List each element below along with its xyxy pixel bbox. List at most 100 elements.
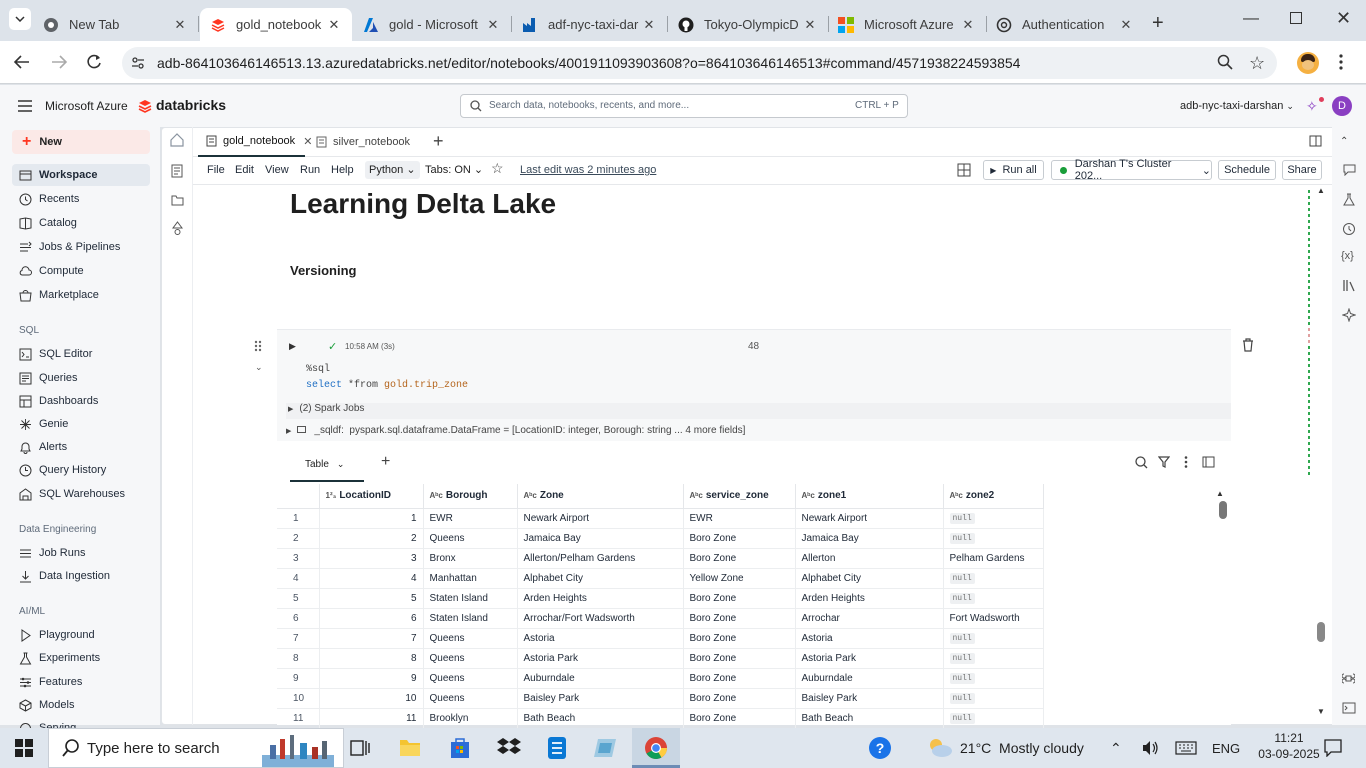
collapse-cell-icon[interactable]: ⌄	[255, 362, 263, 373]
comments-icon[interactable]	[1343, 164, 1356, 176]
cell-zone1[interactable]: Bath Beach	[795, 708, 944, 729]
zoom-icon[interactable]	[1217, 54, 1233, 70]
weather-text[interactable]: 21°C Mostly cloudy	[960, 740, 1084, 756]
close-icon[interactable]: ✕	[960, 17, 976, 33]
scroll-down-icon[interactable]: ▼	[1317, 707, 1325, 716]
cell-zone2[interactable]: null	[943, 708, 1044, 729]
favorite-star-icon[interactable]: ☆	[491, 160, 504, 177]
cell-locationid[interactable]: 2	[319, 528, 424, 549]
cell-locationid[interactable]: 10	[319, 688, 424, 709]
cell-zone[interactable]: Auburndale	[517, 668, 684, 689]
library-icon[interactable]	[1343, 279, 1356, 292]
experiment-icon[interactable]	[1343, 193, 1355, 206]
cell-zone2[interactable]: null	[943, 648, 1044, 669]
cell-locationid[interactable]: 3	[319, 548, 424, 569]
notifications-icon[interactable]	[1324, 739, 1342, 757]
code-line[interactable]: select *from gold.trip_zone	[306, 380, 468, 391]
cell-service_zone[interactable]: EWR	[683, 508, 796, 529]
version-history-icon[interactable]	[1342, 222, 1356, 236]
sidebar-item-job-runs[interactable]: Job Runs	[12, 542, 150, 564]
cell-zone[interactable]: Astoria Park	[517, 648, 684, 669]
restore-button[interactable]	[1290, 12, 1302, 24]
folder-icon[interactable]	[171, 194, 184, 206]
shortcuts-icon[interactable]	[1342, 672, 1355, 685]
tabs-toggle[interactable]: Tabs: ON ⌄	[425, 163, 483, 176]
column-header-borough[interactable]: Aᵇc Borough	[423, 484, 518, 509]
volume-icon[interactable]	[1142, 740, 1160, 756]
cell-zone[interactable]: Bath Beach	[517, 708, 684, 729]
cell-zone1[interactable]: Jamaica Bay	[795, 528, 944, 549]
cell-zone2[interactable]: null	[943, 628, 1044, 649]
cell-zone[interactable]: Arden Heights	[517, 588, 684, 609]
chrome-taskbar-button[interactable]	[632, 728, 680, 768]
cell-zone2[interactable]: null	[943, 688, 1044, 709]
workspace-switcher[interactable]: adb-nyc-taxi-darshan ⌄	[1180, 100, 1294, 112]
browser-tab[interactable]: Microsoft Azure ✕	[828, 8, 987, 41]
column-header-service_zone[interactable]: Aᵇc service_zone	[683, 484, 796, 509]
weather-cloud-icon[interactable]	[927, 736, 953, 758]
cell-borough[interactable]: Queens	[423, 628, 518, 649]
cell-borough[interactable]: Queens	[423, 668, 518, 689]
cluster-select[interactable]: Darshan T's Cluster 202... ⌄	[1051, 158, 1212, 182]
cell-locationid[interactable]: 1	[319, 508, 424, 529]
new-tab-button[interactable]: +	[1152, 12, 1164, 35]
url-text[interactable]: adb-864103646146513.13.azuredatabricks.n…	[157, 55, 1020, 71]
clock-time[interactable]: 11:21	[1262, 731, 1316, 745]
sidebar-item-features[interactable]: Features	[12, 671, 150, 693]
cell-locationid[interactable]: 5	[319, 588, 424, 609]
close-icon[interactable]: ✕	[802, 17, 818, 33]
forward-icon[interactable]	[50, 53, 68, 71]
clock-date[interactable]: 03-09-2025	[1255, 747, 1323, 761]
reload-icon[interactable]	[85, 53, 103, 71]
sidebar-item-workspace[interactable]: Workspace	[12, 164, 150, 186]
close-icon[interactable]: ✕	[326, 17, 342, 33]
delete-cell-icon[interactable]	[1242, 338, 1254, 352]
shapes-icon[interactable]	[171, 221, 184, 235]
cell-locationid[interactable]: 11	[319, 708, 424, 729]
cell-zone1[interactable]: Arden Heights	[795, 588, 944, 609]
cell-borough[interactable]: Queens	[423, 688, 518, 709]
close-icon[interactable]: ✕	[641, 17, 657, 33]
share-button[interactable]: Share	[1282, 160, 1322, 180]
kebab-menu-icon[interactable]	[1184, 456, 1188, 468]
add-visualization-button[interactable]: +	[381, 453, 390, 471]
cell-service_zone[interactable]: Boro Zone	[683, 528, 796, 549]
notebook-minimap[interactable]	[1304, 188, 1314, 483]
drag-handle-icon[interactable]	[254, 340, 262, 352]
cell-zone2[interactable]: null	[943, 528, 1044, 549]
scroll-up-icon[interactable]: ▲	[1317, 186, 1325, 195]
cell-locationid[interactable]: 9	[319, 668, 424, 689]
sidebar-item-experiments[interactable]: Experiments	[12, 647, 150, 669]
task-view-icon[interactable]	[350, 738, 370, 758]
cell-service_zone[interactable]: Boro Zone	[683, 608, 796, 629]
cell-zone[interactable]: Alphabet City	[517, 568, 684, 589]
cell-locationid[interactable]: 8	[319, 648, 424, 669]
minimize-button[interactable]: —	[1243, 10, 1259, 28]
cell-locationid[interactable]: 4	[319, 568, 424, 589]
cell-locationid[interactable]: 7	[319, 628, 424, 649]
cell-service_zone[interactable]: Boro Zone	[683, 548, 796, 569]
assistant-icon[interactable]	[1342, 308, 1356, 322]
cell-zone1[interactable]: Allerton	[795, 548, 944, 569]
column-header-zone1[interactable]: Aᵇc zone1	[795, 484, 944, 509]
browser-tab[interactable]: Tokyo-OlympicD ✕	[668, 8, 829, 41]
code-magic[interactable]: %sql	[306, 364, 330, 375]
cell-zone2[interactable]: null	[943, 588, 1044, 609]
menu-help[interactable]: Help	[331, 164, 354, 176]
sidebar-item-alerts[interactable]: Alerts	[12, 436, 150, 458]
close-icon[interactable]: ✕	[485, 17, 501, 33]
bookmark-star-icon[interactable]: ☆	[1249, 53, 1265, 74]
close-icon[interactable]: ✕	[1118, 17, 1134, 33]
cell-zone1[interactable]: Astoria	[795, 628, 944, 649]
windows-start-icon[interactable]	[15, 739, 33, 757]
cell-borough[interactable]: Queens	[423, 648, 518, 669]
back-icon[interactable]	[13, 53, 31, 71]
cell-zone1[interactable]: Baisley Park	[795, 688, 944, 709]
search-icon[interactable]	[1135, 456, 1148, 469]
tray-chevron-up-icon[interactable]: ⌃	[1110, 740, 1122, 757]
cell-zone1[interactable]: Arrochar	[795, 608, 944, 629]
layout-icon[interactable]	[957, 163, 971, 177]
cell-zone[interactable]: Jamaica Bay	[517, 528, 684, 549]
sidebar-item-data-ingestion[interactable]: Data Ingestion	[12, 565, 150, 587]
cell-service_zone[interactable]: Boro Zone	[683, 588, 796, 609]
